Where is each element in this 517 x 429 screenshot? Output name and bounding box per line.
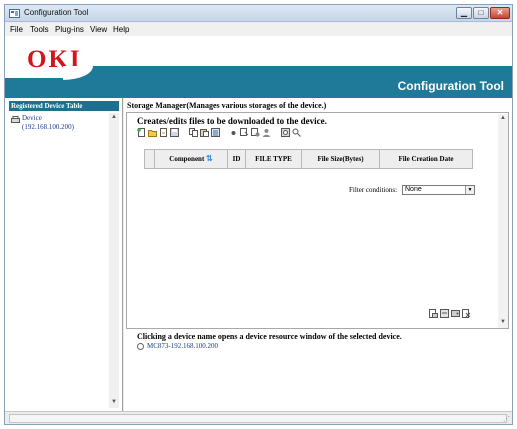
resize-grip-icon[interactable]: ⋰ [503,415,510,423]
download-icon[interactable] [240,128,249,137]
row-header-spacer [145,150,155,168]
maximize-button[interactable]: □ [473,7,489,19]
registered-device-header: Registered Device Table [9,101,119,111]
column-file-creation-date[interactable]: File Creation Date [380,150,472,168]
column-file-type[interactable]: FILE TYPE [246,150,302,168]
print-file-icon[interactable] [429,309,438,318]
window-title: Configuration Tool [24,8,89,17]
chevron-down-icon[interactable]: ▼ [465,186,474,194]
menu-bar: File Tools Plug-ins View Help [5,23,512,36]
scroll-down-arrow-icon[interactable]: ▼ [111,399,117,405]
configuration-tool-icon [9,9,20,18]
column-id[interactable]: ID [228,150,246,168]
device-properties-icon[interactable] [281,128,290,137]
file-editor-scrollbar[interactable]: ▲ ▼ [498,114,508,328]
title-bar[interactable]: Configuration Tool ▁ □ ✕ [5,5,512,22]
minimize-button[interactable]: ▁ [456,7,472,19]
sort-icon[interactable]: ⇅ [206,154,213,163]
delete-file-icon[interactable] [462,309,471,318]
storage-manager-title: Storage Manager(Manages various storages… [127,101,327,110]
file-table-header: Component ⇅ ID FILE TYPE File Size(Bytes… [144,149,473,169]
status-bar: ⋰ [5,411,512,424]
banner-strip-left [5,78,75,98]
import-file-icon[interactable] [159,128,168,137]
menu-plug-ins[interactable]: Plug-ins [55,25,84,34]
open-folder-icon[interactable] [148,128,157,137]
app-window: Configuration Tool ▁ □ ✕ File Tools Plug… [4,4,513,425]
filter-selected-value: None [405,186,422,193]
banner: OKI Configuration Tool [5,36,512,98]
filter-conditions-label: Filter conditions: [349,186,398,194]
column-component[interactable]: Component ⇅ [155,150,228,168]
device-ip-label[interactable]: (192.168.100.200) [22,123,74,131]
paste-icon[interactable] [200,128,209,137]
list-view-icon[interactable] [211,128,220,137]
bullet-icon[interactable] [229,128,238,137]
new-file-icon[interactable] [137,128,146,137]
device-tree-item[interactable]: Device [22,114,42,122]
creates-edits-title: Creates/edits files to be downloaded to … [137,116,327,126]
scroll-up-arrow-icon[interactable]: ▲ [111,114,117,120]
scroll-up-arrow-icon[interactable]: ▲ [500,115,506,121]
upload-file-icon[interactable] [440,309,449,318]
status-field [9,414,507,423]
column-component-label: Component [169,155,205,163]
left-panel-scrollbar[interactable]: ▲ ▼ [109,113,119,408]
menu-tools[interactable]: Tools [30,25,49,34]
scroll-down-arrow-icon[interactable]: ▼ [500,319,506,325]
menu-file[interactable]: File [10,25,23,34]
user-icon[interactable] [262,128,271,137]
column-file-size[interactable]: File Size(Bytes) [302,150,380,168]
copy-icon[interactable] [189,128,198,137]
save-file-icon[interactable] [170,128,179,137]
filter-conditions-select[interactable]: None ▼ [402,185,475,195]
storage-icon[interactable] [451,309,460,318]
device-radio-button[interactable] [137,343,144,350]
transfer-icon[interactable] [251,128,260,137]
file-editor-box: Creates/edits files to be downloaded to … [126,112,509,329]
menu-view[interactable]: View [90,25,107,34]
close-button[interactable]: ✕ [490,7,510,19]
registered-device-panel: Registered Device Table Device (192.168.… [5,98,123,411]
search-icon[interactable] [292,128,301,137]
device-resource-link[interactable]: MC873-192.168.100.200 [147,342,218,350]
banner-title: Configuration Tool [397,79,504,93]
printer-icon [11,116,20,123]
storage-manager-panel: Storage Manager(Manages various storages… [124,98,512,411]
menu-help[interactable]: Help [113,25,129,34]
resource-window-hint: Clicking a device name opens a device re… [137,332,402,341]
